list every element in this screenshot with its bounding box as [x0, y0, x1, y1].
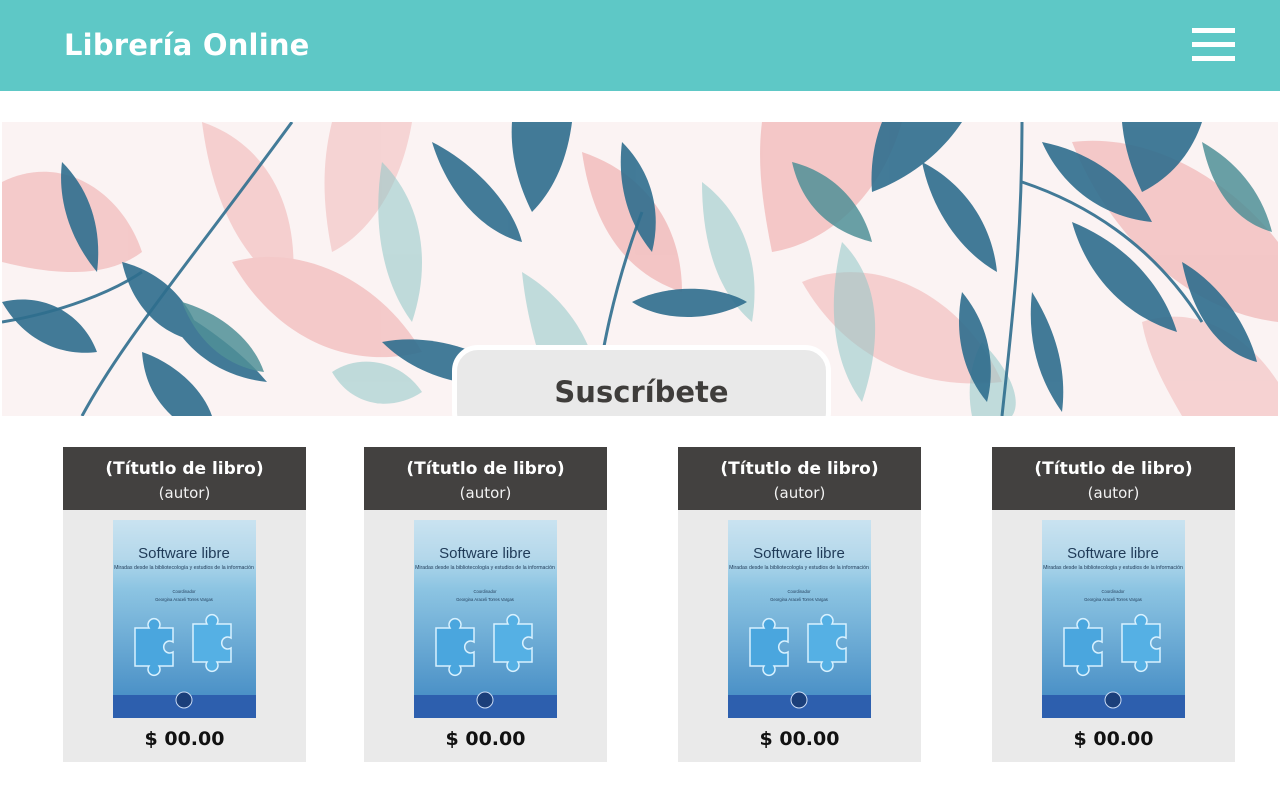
book-cover-image[interactable]: Software libre Miradas desde la bibliote…: [113, 520, 256, 718]
menu-line: [1192, 28, 1235, 33]
book-price: $ 00.00: [1073, 728, 1154, 750]
svg-text:Software libre: Software libre: [439, 545, 531, 562]
svg-text:Miradas desde la bibliotecolog: Miradas desde la bibliotecología y estud…: [415, 565, 555, 571]
svg-text:Coordinador: Coordinador: [172, 589, 196, 594]
subscribe-button[interactable]: Suscríbete: [452, 345, 831, 416]
svg-text:Miradas desde la bibliotecolog: Miradas desde la bibliotecología y estud…: [729, 565, 869, 571]
svg-text:Software libre: Software libre: [753, 545, 845, 562]
svg-text:Coordinador: Coordinador: [473, 589, 497, 594]
book-title[interactable]: (Títutlo de libro): [992, 459, 1235, 479]
book-author: (autor): [1087, 484, 1140, 502]
book-author: (autor): [459, 484, 512, 502]
svg-text:Georgina Araceli Torres Vargas: Georgina Araceli Torres Vargas: [155, 597, 213, 602]
product-card[interactable]: (Títutlo de libro) (autor) Software libr…: [364, 447, 607, 762]
book-price: $ 00.00: [144, 728, 225, 750]
card-header: (Títutlo de libro) (autor): [364, 447, 607, 510]
svg-text:Coordinador: Coordinador: [1101, 589, 1125, 594]
top-bar: Librería Online: [0, 0, 1280, 91]
book-author: (autor): [773, 484, 826, 502]
product-card[interactable]: (Títutlo de libro) (autor) Software libr…: [63, 447, 306, 762]
svg-text:Miradas desde la bibliotecolog: Miradas desde la bibliotecología y estud…: [114, 565, 254, 571]
book-cover-image[interactable]: Software libre Miradas desde la bibliote…: [414, 520, 557, 718]
book-title[interactable]: (Títutlo de libro): [63, 459, 306, 479]
book-title[interactable]: (Títutlo de libro): [364, 459, 607, 479]
book-price: $ 00.00: [759, 728, 840, 750]
product-card[interactable]: (Títutlo de libro) (autor) Software libr…: [992, 447, 1235, 762]
svg-text:Georgina Araceli Torres Vargas: Georgina Araceli Torres Vargas: [770, 597, 828, 602]
card-header: (Títutlo de libro) (autor): [678, 447, 921, 510]
card-header: (Títutlo de libro) (autor): [992, 447, 1235, 510]
hero-banner: Suscríbete: [2, 122, 1278, 416]
site-brand[interactable]: Librería Online: [64, 28, 310, 62]
menu-line: [1192, 42, 1235, 47]
book-author: (autor): [158, 484, 211, 502]
book-cover-image[interactable]: Software libre Miradas desde la bibliote…: [728, 520, 871, 718]
svg-text:Software libre: Software libre: [138, 545, 230, 562]
svg-text:Coordinador: Coordinador: [787, 589, 811, 594]
card-header: (Títutlo de libro) (autor): [63, 447, 306, 510]
book-cover-image[interactable]: Software libre Miradas desde la bibliote…: [1042, 520, 1185, 718]
book-title[interactable]: (Títutlo de libro): [678, 459, 921, 479]
svg-text:Georgina Araceli Torres Vargas: Georgina Araceli Torres Vargas: [456, 597, 514, 602]
svg-text:Software libre: Software libre: [1067, 545, 1159, 562]
svg-text:Miradas desde la bibliotecolog: Miradas desde la bibliotecología y estud…: [1043, 565, 1183, 571]
hamburger-menu-icon[interactable]: [1192, 28, 1236, 64]
book-price: $ 00.00: [445, 728, 526, 750]
svg-text:Georgina Araceli Torres Vargas: Georgina Araceli Torres Vargas: [1084, 597, 1142, 602]
menu-line: [1192, 56, 1235, 61]
product-card[interactable]: (Títutlo de libro) (autor) Software libr…: [678, 447, 921, 762]
